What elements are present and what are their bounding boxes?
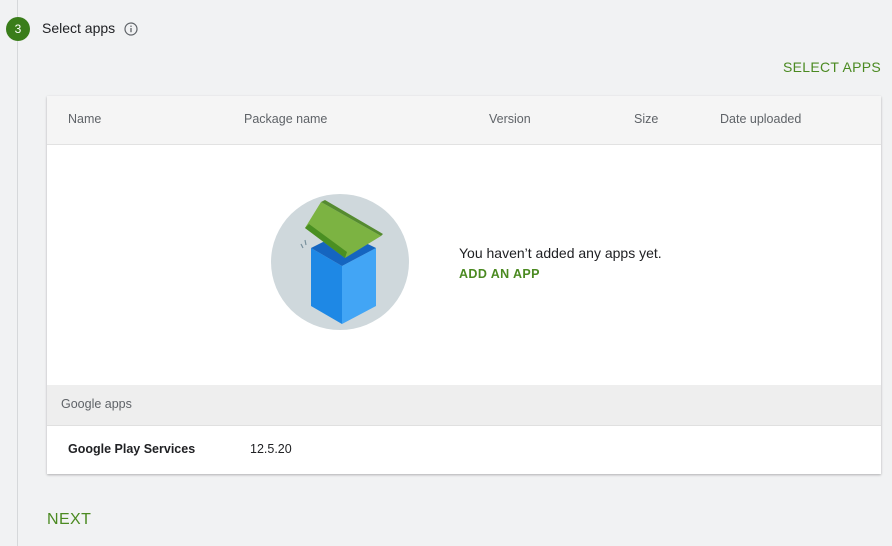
column-header-date-uploaded[interactable]: Date uploaded <box>720 112 801 126</box>
empty-box-icon <box>271 194 409 330</box>
empty-state-message: You haven’t added any apps yet. <box>459 245 662 261</box>
column-header-name[interactable]: Name <box>68 112 101 126</box>
select-apps-button[interactable]: SELECT APPS <box>783 59 881 75</box>
app-version-cell: 12.5.20 <box>250 442 292 456</box>
info-icon[interactable] <box>124 22 138 36</box>
step-title: Select apps <box>42 20 116 36</box>
column-header-size[interactable]: Size <box>634 112 658 126</box>
column-header-version[interactable]: Version <box>489 112 531 126</box>
table-header: Name Package name Version Size Date uplo… <box>47 96 881 145</box>
column-header-package-name[interactable]: Package name <box>244 112 327 126</box>
add-app-button[interactable]: ADD AN APP <box>459 267 540 281</box>
stepper-line <box>17 0 18 546</box>
table-row[interactable]: Google Play Services 12.5.20 <box>47 426 881 474</box>
section-label: Google apps <box>61 397 132 411</box>
step-number-badge: 3 <box>6 17 30 41</box>
app-name-cell: Google Play Services <box>68 442 196 456</box>
select-apps-step: 3 Select apps SELECT APPS Name Package n… <box>0 0 892 546</box>
google-apps-section-header: Google apps <box>47 385 881 426</box>
apps-table-card: Name Package name Version Size Date uplo… <box>47 96 881 474</box>
next-button[interactable]: NEXT <box>47 511 91 529</box>
